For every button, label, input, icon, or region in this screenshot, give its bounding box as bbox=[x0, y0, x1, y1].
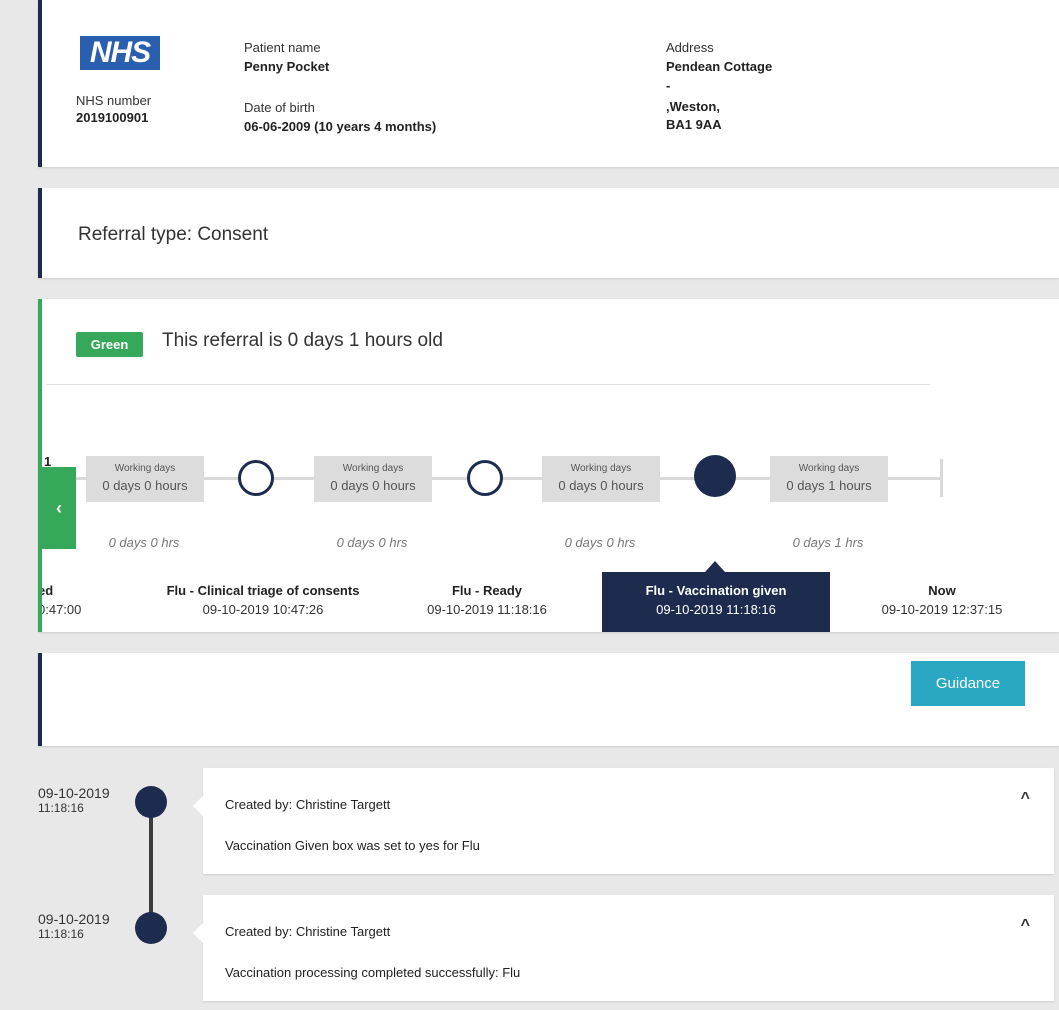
working-days-box: Working days 0 days 0 hours bbox=[86, 456, 204, 502]
patient-banner: NHS NHS number 2019100901 Patient name P… bbox=[38, 0, 1059, 167]
dob-value: 06-06-2009 (10 years 4 months) bbox=[244, 119, 437, 134]
log-message: Vaccination processing completed success… bbox=[225, 965, 521, 980]
log-timestamp: 09-10-2019 11:18:16 bbox=[38, 911, 110, 941]
elapsed-hours: 0 days 0 hrs bbox=[336, 535, 408, 550]
working-days-box: Working days 0 days 0 hours bbox=[542, 456, 660, 502]
collapse-icon[interactable]: ^ bbox=[1021, 917, 1030, 935]
divider bbox=[46, 384, 930, 385]
timeline-stage[interactable]: ed 0:47:00 bbox=[38, 583, 98, 617]
log-date: 09-10-2019 bbox=[38, 785, 110, 801]
nhs-number-label: NHS number bbox=[76, 93, 152, 108]
working-days-value: 0 days 0 hours bbox=[102, 478, 188, 493]
address-line-3: ,Weston, bbox=[666, 99, 720, 114]
working-days-label: Working days bbox=[114, 463, 176, 474]
referral-type-card: Referral type: Consent bbox=[38, 188, 1059, 278]
stage-name: Flu - Vaccination given bbox=[645, 583, 787, 598]
log-created-by: Created by: Christine Targett bbox=[225, 924, 391, 939]
log-entry: Created by: Christine Targett Vaccinatio… bbox=[193, 768, 1054, 874]
nhs-number: 2019100901 bbox=[76, 110, 149, 125]
working-days-label: Working days bbox=[798, 463, 860, 474]
log-message: Vaccination Given box was set to yes for… bbox=[225, 838, 480, 853]
working-days-value: 0 days 0 hours bbox=[330, 478, 416, 493]
stage-date: 09-10-2019 11:18:16 bbox=[656, 602, 776, 617]
stage-name: Now bbox=[928, 583, 956, 598]
working-days-label: Working days bbox=[342, 463, 404, 474]
timeline-node-pending[interactable] bbox=[467, 460, 503, 496]
timeline-stage-active[interactable]: Flu - Vaccination given 09-10-2019 11:18… bbox=[602, 572, 830, 632]
working-days-box: Working days 0 days 1 hours bbox=[770, 456, 888, 502]
guidance-button[interactable]: Guidance bbox=[911, 661, 1025, 706]
timeline-scroll-left-button[interactable]: ‹ bbox=[42, 467, 76, 549]
log-date: 09-10-2019 bbox=[38, 911, 110, 927]
log-time: 11:18:16 bbox=[38, 801, 84, 815]
timeline-stage[interactable]: Flu - Clinical triage of consents 09-10-… bbox=[138, 583, 388, 617]
working-days-label: Working days bbox=[570, 463, 632, 474]
log-time: 11:18:16 bbox=[38, 927, 84, 941]
elapsed-hours: 0 days 1 hrs bbox=[792, 535, 864, 550]
patient-name: Penny Pocket bbox=[244, 59, 330, 74]
address-line-2: - bbox=[666, 78, 671, 93]
patient-name-label: Patient name bbox=[244, 40, 321, 55]
stage-date: 09-10-2019 12:37:15 bbox=[881, 602, 1003, 617]
address-line-1: Pendean Cottage bbox=[666, 59, 773, 74]
log-dot bbox=[135, 912, 167, 944]
stage-date: 09-10-2019 11:18:16 bbox=[427, 602, 547, 617]
elapsed-hours: 0 days 0 hrs bbox=[108, 535, 180, 550]
timeline-end-cap bbox=[940, 459, 943, 497]
address-label: Address bbox=[666, 40, 714, 55]
chevron-left-icon: ‹ bbox=[56, 498, 62, 518]
timeline-node-pending[interactable] bbox=[238, 460, 274, 496]
dob-label: Date of birth bbox=[244, 100, 315, 115]
nhs-logo: NHS bbox=[80, 36, 160, 70]
referral-type-text: Referral type: Consent bbox=[78, 224, 269, 245]
log-entry: Created by: Christine Targett Vaccinatio… bbox=[193, 895, 1054, 1001]
guidance-card: Guidance bbox=[38, 653, 1059, 746]
working-days-value: 0 days 1 hours bbox=[786, 478, 872, 493]
working-days-box: Working days 0 days 0 hours bbox=[314, 456, 432, 502]
referral-age-card: Green This referral is 0 days 1 hours ol… bbox=[38, 299, 1059, 632]
working-days-value: 0 days 0 hours bbox=[558, 478, 644, 493]
stage-name: Flu - Ready bbox=[451, 583, 523, 598]
log-timestamp: 09-10-2019 11:18:16 bbox=[38, 785, 110, 815]
stage-name: ed bbox=[38, 583, 54, 598]
collapse-icon[interactable]: ^ bbox=[1021, 790, 1030, 808]
elapsed-hours: 0 days 0 hrs bbox=[564, 535, 636, 550]
stage-name: Flu - Clinical triage of consents bbox=[166, 583, 360, 598]
timeline-stage[interactable]: Flu - Ready 09-10-2019 11:18:16 bbox=[412, 583, 562, 617]
stage-date: 0:47:00 bbox=[38, 602, 82, 617]
timeline-stage[interactable]: Now 09-10-2019 12:37:15 bbox=[867, 583, 1017, 617]
log-connector-line bbox=[149, 810, 153, 920]
timeline-node-current[interactable] bbox=[694, 455, 736, 497]
postcode: BA1 9AA bbox=[666, 117, 722, 132]
log-created-by: Created by: Christine Targett bbox=[225, 797, 391, 812]
status-badge: Green bbox=[76, 332, 143, 357]
active-stage-pointer bbox=[705, 561, 725, 572]
log-dot bbox=[135, 786, 167, 818]
referral-age-text: This referral is 0 days 1 hours old bbox=[162, 330, 443, 351]
stage-date: 09-10-2019 10:47:26 bbox=[202, 602, 324, 617]
